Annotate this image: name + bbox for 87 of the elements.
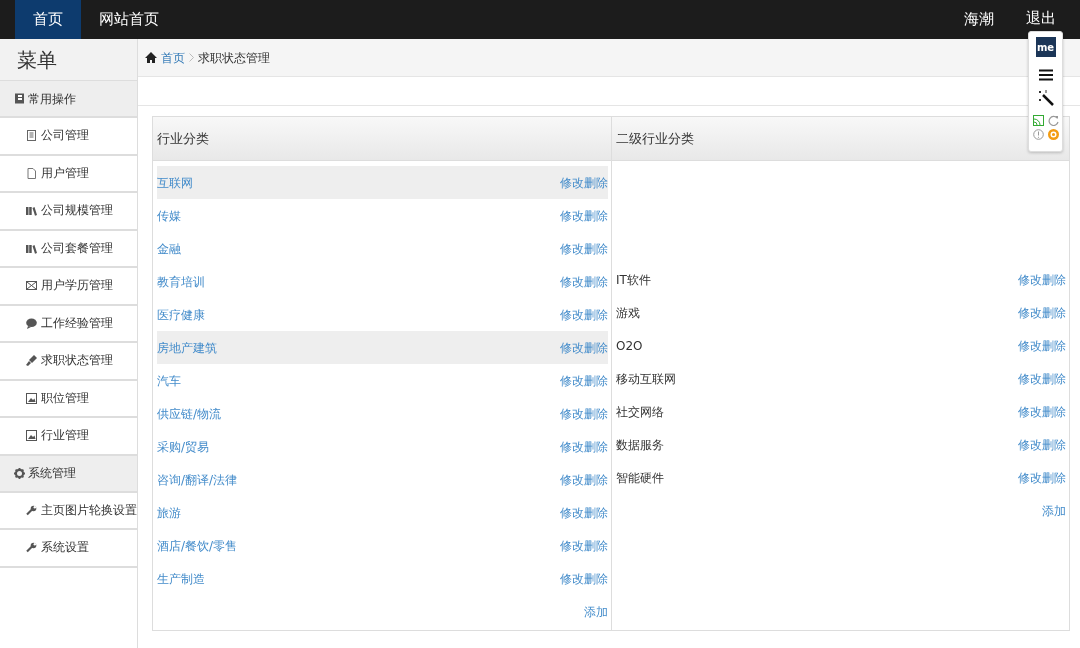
edit-delete-link[interactable]: 修改删除 (560, 569, 608, 588)
category-link[interactable]: 教育培训 (157, 272, 205, 291)
edit-delete-link[interactable]: 修改删除 (1018, 337, 1066, 355)
table-row[interactable]: 旅游 修改删除 (157, 496, 608, 529)
edit-delete-link[interactable]: 修改删除 (560, 272, 608, 291)
menu-icon[interactable] (1038, 69, 1053, 81)
subcategory-name: O2O (616, 338, 643, 355)
book-icon (14, 93, 25, 104)
edit-delete-link[interactable]: 修改删除 (560, 404, 608, 423)
nav-tab[interactable]: 网站首页 (81, 0, 177, 39)
user-link[interactable]: 海潮 (946, 0, 1012, 39)
magic-wand-icon[interactable] (1037, 90, 1054, 106)
table-row[interactable]: 采购/贸易 修改删除 (157, 430, 608, 463)
table-row[interactable]: 酒店/餐饮/零售 修改删除 (157, 529, 608, 562)
table-row[interactable]: 房地产建筑 修改删除 (157, 331, 608, 364)
ring-icon[interactable] (1047, 129, 1059, 140)
books-icon (26, 205, 37, 217)
subcategory-name: 社交网络 (616, 404, 664, 421)
add-link[interactable]: 添加 (584, 602, 608, 621)
edit-delete-link[interactable]: 修改删除 (560, 305, 608, 324)
edit-delete-link[interactable]: 修改删除 (560, 503, 608, 522)
menu-title: 菜单 (0, 39, 137, 81)
nav-tab[interactable]: 首页 (15, 0, 81, 39)
subcategory-name: IT软件 (616, 272, 651, 289)
edit-delete-link[interactable]: 修改删除 (560, 239, 608, 258)
cast-icon[interactable] (1032, 115, 1044, 126)
edit-delete-link[interactable]: 修改删除 (1018, 271, 1066, 289)
table-row[interactable]: 教育培训 修改删除 (157, 265, 608, 298)
file-icon (26, 167, 37, 179)
edit-delete-link[interactable]: 修改删除 (1018, 304, 1066, 322)
table-row[interactable]: 传媒 修改删除 (157, 199, 608, 232)
category-link[interactable]: 旅游 (157, 503, 181, 522)
edit-delete-link[interactable]: 修改删除 (560, 437, 608, 456)
table-row[interactable]: 汽车 修改删除 (157, 364, 608, 397)
sidebar-group-header[interactable]: 系统管理 (0, 455, 137, 493)
document-icon (26, 130, 37, 142)
breadcrumb-link[interactable]: 首页 (161, 48, 185, 67)
table-row[interactable]: 咨询/翻译/法律 修改删除 (157, 463, 608, 496)
edit-delete-link[interactable]: 修改删除 (1018, 370, 1066, 388)
edit-delete-link[interactable]: 修改删除 (560, 206, 608, 225)
table-row[interactable]: 生产制造 修改删除 (157, 562, 608, 595)
logout-link[interactable]: 退出 (1012, 9, 1080, 27)
category-link[interactable]: 金融 (157, 239, 181, 258)
image-icon (26, 430, 37, 442)
brush-icon (26, 355, 37, 367)
envelope-icon (26, 280, 37, 292)
image-icon (26, 392, 37, 404)
chevron-icon (189, 53, 194, 62)
table-row[interactable]: 互联网 修改删除 (157, 166, 608, 199)
category-link[interactable]: 传媒 (157, 206, 181, 225)
table-row[interactable]: 金融 修改删除 (157, 232, 608, 265)
speech-bubble-icon (26, 317, 37, 329)
subcategory-name: 智能硬件 (616, 470, 664, 487)
home-icon (145, 52, 157, 63)
subcategory-name: 数据服务 (616, 437, 664, 454)
refresh-icon[interactable] (1047, 115, 1059, 126)
edit-delete-link[interactable]: 修改删除 (560, 371, 608, 390)
category-link[interactable]: 生产制造 (157, 569, 205, 588)
wrench-icon (26, 542, 37, 554)
gear-icon (14, 467, 25, 479)
wrench-icon (26, 504, 37, 516)
category-link[interactable]: 房地产建筑 (157, 338, 217, 357)
column-header: 行业分类 (156, 129, 210, 148)
edit-delete-link[interactable]: 修改删除 (560, 338, 608, 357)
subcategory-name: 游戏 (616, 305, 640, 322)
category-link[interactable]: 医疗健康 (157, 305, 205, 324)
add-link[interactable]: 添加 (1042, 502, 1066, 520)
category-link[interactable]: 汽车 (157, 371, 181, 390)
category-link[interactable]: 酒店/餐饮/零售 (157, 536, 238, 555)
edit-delete-link[interactable]: 修改删除 (1018, 403, 1066, 421)
alert-icon[interactable] (1032, 129, 1044, 140)
edit-delete-link[interactable]: 修改删除 (1018, 436, 1066, 454)
breadcrumb-current: 求职状态管理 (198, 49, 270, 67)
edit-delete-link[interactable]: 修改删除 (1018, 469, 1066, 487)
sidebar-group-header[interactable]: 常用操作 (0, 81, 137, 118)
table-row[interactable]: 医疗健康 修改删除 (157, 298, 608, 331)
books-icon (26, 242, 37, 254)
category-link[interactable]: 咨询/翻译/法律 (157, 470, 238, 489)
edit-delete-link[interactable]: 修改删除 (560, 536, 608, 555)
edit-delete-link[interactable]: 修改删除 (560, 173, 608, 192)
table-row[interactable]: 供应链/物流 修改删除 (157, 397, 608, 430)
extension-logo[interactable]: me (1035, 37, 1056, 57)
subcategory-name: 移动互联网 (616, 371, 676, 388)
category-link[interactable]: 采购/贸易 (157, 437, 210, 456)
edit-delete-link[interactable]: 修改删除 (560, 470, 608, 489)
category-link[interactable]: 互联网 (157, 173, 193, 192)
category-link[interactable]: 供应链/物流 (157, 404, 222, 423)
